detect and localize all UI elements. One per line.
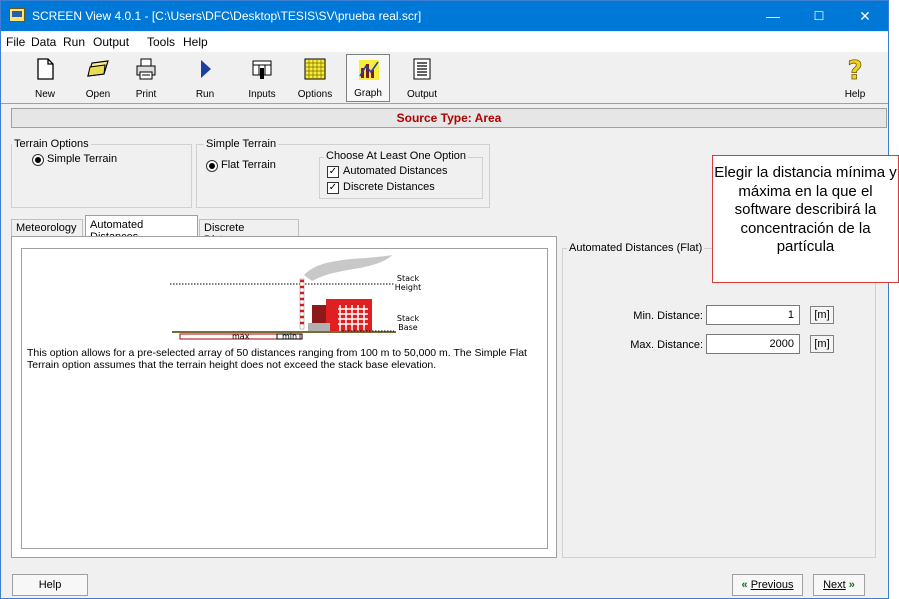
help-button[interactable]: Help — [12, 574, 88, 596]
print-button[interactable]: Print — [124, 54, 168, 102]
app-icon — [9, 8, 25, 22]
printer-icon — [136, 58, 156, 80]
flat-terrain-radio[interactable] — [206, 160, 218, 172]
terrain-options-title: Terrain Options — [12, 138, 91, 150]
min-distance-input[interactable]: 1 — [706, 305, 800, 325]
max-distance-unit-button[interactable]: [m] — [810, 335, 834, 353]
tab-panel: max min Stack Height Stack Base This opt… — [11, 236, 557, 558]
menu-help[interactable]: Help — [183, 35, 208, 49]
previous-label: Previous — [750, 579, 794, 591]
run-label: Run — [195, 89, 215, 100]
next-arrow-icon: » — [848, 579, 855, 591]
min-distance-label: Min. Distance: — [633, 310, 703, 322]
previous-arrow-icon: « — [741, 579, 748, 591]
automated-distances-check-label[interactable]: Automated Distances — [343, 165, 448, 177]
shed-shape — [308, 323, 330, 331]
automated-distances-checkbox[interactable]: ✓ — [327, 166, 339, 178]
print-label: Print — [135, 89, 157, 100]
open-folder-icon — [87, 60, 109, 77]
new-button[interactable]: New — [23, 54, 67, 102]
choose-option-title: Choose At Least One Option — [324, 150, 469, 162]
run-arrow-icon — [201, 60, 211, 78]
stack-height-label-2: Height — [395, 283, 421, 292]
min-distance-unit-button[interactable]: [m] — [810, 306, 834, 324]
output-label: Output — [406, 89, 438, 100]
stack-base-label-2: Base — [398, 323, 418, 332]
new-label: New — [34, 89, 55, 100]
stack-base-label-1: Stack — [397, 314, 420, 323]
window-title: SCREEN View 4.0.1 - [C:\Users\DFC\Deskto… — [32, 9, 422, 23]
options-button[interactable]: Options — [293, 54, 337, 102]
options-grid-icon — [304, 58, 326, 80]
toolbar: New Open Print Run Inputs Options Graph — [1, 52, 888, 104]
inputs-button[interactable]: Inputs — [240, 54, 284, 102]
help-toolbar-label: Help — [844, 89, 866, 100]
inputs-icon — [252, 60, 272, 79]
help-toolbar-button[interactable]: ? Help — [833, 54, 877, 102]
inputs-label: Inputs — [248, 89, 276, 100]
simple-terrain-label[interactable]: Simple Terrain — [47, 153, 117, 165]
menu-run[interactable]: Run — [63, 35, 85, 49]
max-distance-label: Max. Distance: — [630, 339, 703, 351]
options-label: Options — [297, 89, 333, 100]
new-file-icon — [37, 58, 54, 80]
graph-button[interactable]: Graph — [346, 54, 390, 102]
menu-output[interactable]: Output — [93, 35, 129, 49]
flat-terrain-label[interactable]: Flat Terrain — [221, 159, 276, 171]
smoke-plume-shape — [304, 255, 392, 281]
source-type-header: Source Type: Area — [11, 108, 887, 128]
stack-diagram: max min Stack Height Stack Base — [170, 255, 421, 341]
minimize-button[interactable]: — — [750, 1, 796, 31]
discrete-distances-check-label[interactable]: Discrete Distances — [343, 181, 435, 193]
annotation-callout: Elegir la distancia mínima y máxima en l… — [712, 155, 899, 283]
menu-bar: File Data Run Output Tools Help — [1, 32, 888, 52]
description-box: max min Stack Height Stack Base This opt… — [21, 248, 548, 549]
open-button[interactable]: Open — [76, 54, 120, 102]
open-label: Open — [85, 89, 111, 100]
previous-button[interactable]: « Previous — [732, 574, 803, 596]
max-label: max — [232, 332, 250, 341]
description-text: This option allows for a pre-selected ar… — [27, 347, 527, 371]
simple-terrain-title: Simple Terrain — [204, 138, 279, 150]
discrete-distances-checkbox[interactable]: ✓ — [327, 182, 339, 194]
maximize-button[interactable]: ☐ — [796, 1, 842, 31]
help-question-icon: ? — [847, 57, 863, 81]
max-distance-input[interactable]: 2000 — [706, 334, 800, 354]
menu-data[interactable]: Data — [31, 35, 56, 49]
graph-label: Graph — [354, 88, 382, 99]
tab-automated-distances[interactable]: Automated Distances — [85, 215, 198, 243]
tab-meteorology[interactable]: Meteorology — [11, 219, 83, 237]
min-label: min — [282, 332, 297, 341]
close-button[interactable]: ✕ — [842, 1, 888, 31]
app-window: SCREEN View 4.0.1 - [C:\Users\DFC\Deskto… — [0, 0, 889, 599]
next-button[interactable]: Next » — [813, 574, 865, 596]
automated-distances-flat-group — [562, 248, 876, 558]
simple-terrain-radio[interactable] — [32, 154, 44, 166]
run-button[interactable]: Run — [183, 54, 227, 102]
output-button[interactable]: Output — [400, 54, 444, 102]
menu-tools[interactable]: Tools — [147, 35, 175, 49]
tab-discrete-distances[interactable]: Discrete Distances — [199, 219, 299, 246]
next-label: Next — [823, 579, 846, 591]
svg-text:?: ? — [847, 57, 862, 81]
automated-distances-flat-title: Automated Distances (Flat) — [567, 242, 705, 254]
menu-file[interactable]: File — [6, 35, 25, 49]
building-front — [326, 299, 372, 333]
output-document-icon — [413, 58, 431, 80]
stack-height-label-1: Stack — [397, 274, 420, 283]
graph-chart-icon — [359, 60, 379, 80]
title-bar: SCREEN View 4.0.1 - [C:\Users\DFC\Deskto… — [1, 1, 888, 31]
